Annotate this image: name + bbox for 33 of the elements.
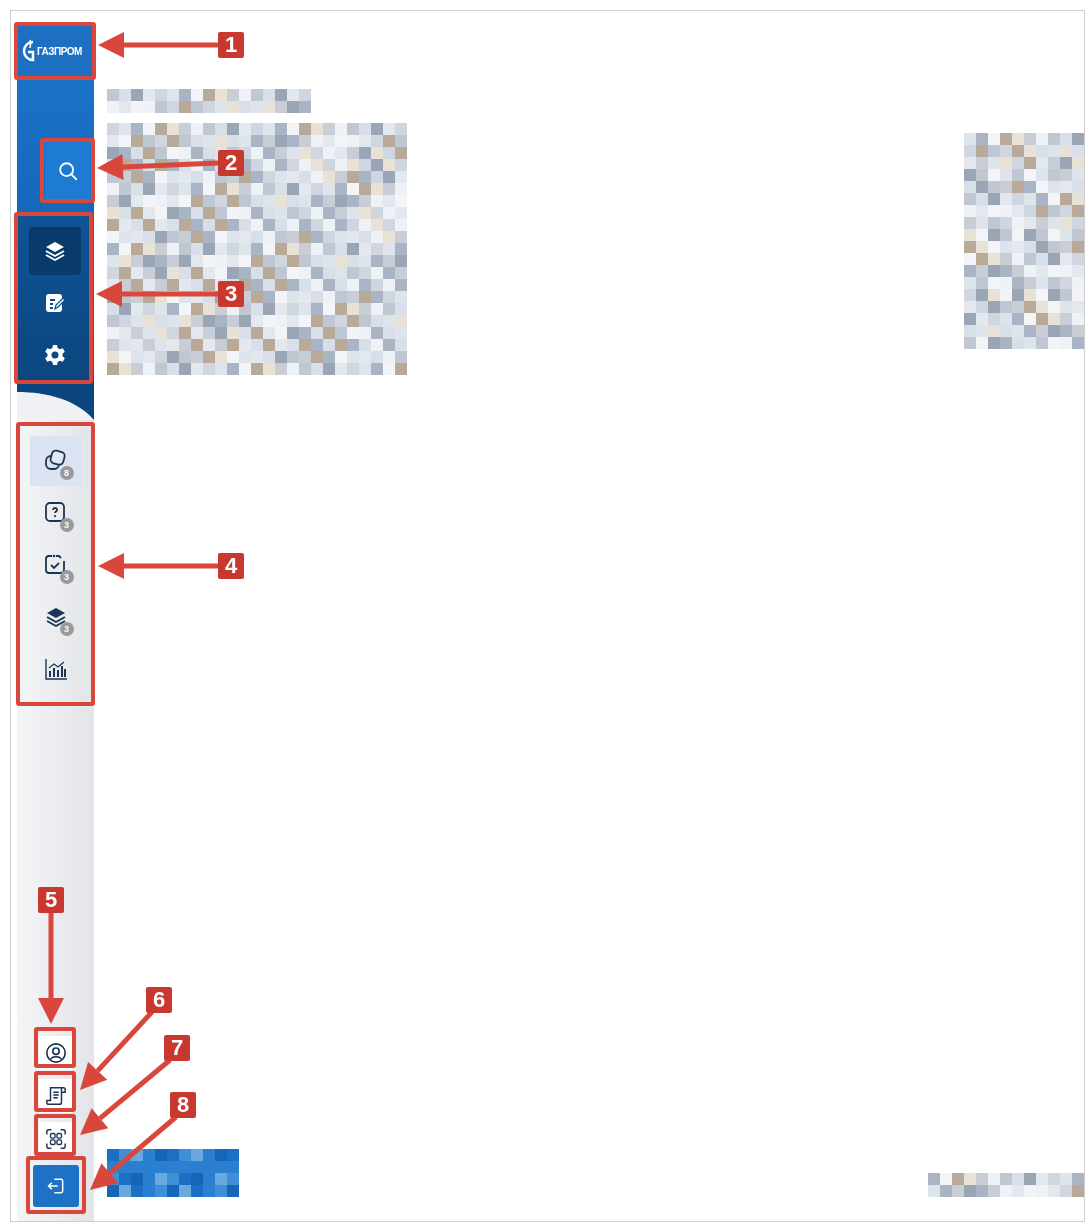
nav-button[interactable]	[28, 227, 81, 275]
annotation-box	[40, 138, 95, 203]
bar-chart-icon	[42, 656, 69, 682]
annotation-box	[34, 1027, 76, 1068]
annotation-number: 3	[218, 281, 244, 307]
document-icon	[44, 1085, 67, 1107]
tool-button[interactable]: 3	[29, 540, 82, 590]
flame-icon	[21, 38, 35, 64]
logout-icon	[45, 1176, 66, 1196]
tool-button[interactable]: 3	[29, 592, 82, 642]
logo-text: ГАЗПРОМ	[37, 45, 82, 57]
annotation-number: 4	[218, 553, 244, 579]
count-badge: 3	[59, 622, 74, 636]
annotation-box	[34, 1114, 76, 1156]
search-button[interactable]	[45, 142, 91, 200]
annotation-number: 6	[146, 987, 172, 1013]
annotation-box	[26, 1156, 86, 1214]
search-icon	[57, 160, 79, 182]
count-badge: 3	[59, 570, 74, 584]
tool-button[interactable]: 8	[29, 436, 82, 486]
user-icon	[44, 1042, 67, 1064]
count-badge: 3	[59, 518, 74, 532]
scan-icon	[44, 1128, 67, 1150]
annotation-box	[34, 1071, 76, 1112]
gear-icon	[42, 343, 67, 367]
annotation-number: 1	[218, 32, 244, 58]
annotation-number: 5	[38, 887, 64, 913]
logout-button[interactable]	[32, 1165, 79, 1207]
count-badge: 8	[59, 466, 74, 480]
annotation-number: 8	[170, 1092, 196, 1118]
annotation-number: 2	[218, 150, 244, 176]
tool-button[interactable]: 3	[29, 488, 82, 538]
annotation-number: 7	[164, 1035, 190, 1061]
